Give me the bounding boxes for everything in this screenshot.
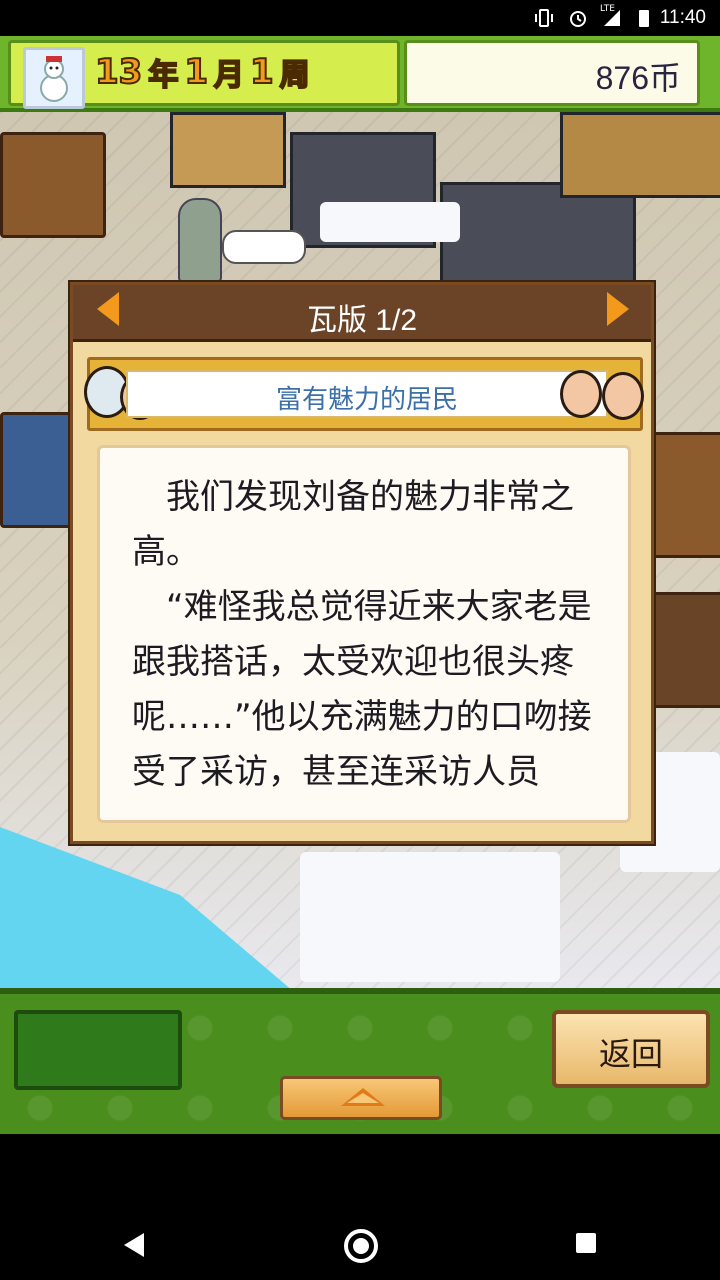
nav-recents-icon[interactable] xyxy=(576,1233,596,1253)
money-panel: 876币 xyxy=(404,40,700,106)
month-unit: 月 xyxy=(213,57,245,94)
map-shop xyxy=(650,592,720,708)
map-shop xyxy=(0,412,76,528)
next-page-icon[interactable] xyxy=(607,292,629,326)
bottom-panel: 返回 xyxy=(0,988,720,1134)
river xyxy=(0,827,300,988)
bottom-divider xyxy=(0,988,720,994)
coin-count: 876币 xyxy=(595,60,681,96)
clock: 11:40 xyxy=(659,7,706,28)
map-snow xyxy=(300,852,560,982)
snowman-icon xyxy=(40,56,68,102)
map-speech-bubble xyxy=(222,230,306,264)
map-building xyxy=(560,112,720,198)
article-text: 我们发现刘备的魅力非常之高。 “难怪我总觉得近来大家老是跟我搭话，太受欢迎也很头… xyxy=(132,477,592,792)
villager-avatar xyxy=(602,372,644,420)
nav-home-icon[interactable] xyxy=(344,1229,378,1263)
year-number: 13 xyxy=(94,51,143,93)
statue xyxy=(178,198,222,282)
top-hud: 13 年 1 月 1 周 876币 xyxy=(0,36,720,112)
month-number: 1 xyxy=(183,51,209,93)
map-shop xyxy=(0,132,106,238)
villager-avatar xyxy=(560,370,602,418)
map-snow xyxy=(320,202,460,242)
empty-slot xyxy=(14,1010,182,1090)
date-panel: 13 年 1 月 1 周 xyxy=(8,40,400,109)
expand-menu-button[interactable] xyxy=(280,1076,442,1120)
dialog-title: 瓦版 1/2 xyxy=(306,304,418,337)
status-bar: LTE 11:40 xyxy=(0,0,720,36)
article-box[interactable]: 我们发现刘备的魅力非常之高。 “难怪我总觉得近来大家老是跟我搭话，太受欢迎也很头… xyxy=(97,445,631,823)
nav-back-icon[interactable] xyxy=(124,1233,144,1257)
battery-icon xyxy=(639,10,649,27)
headline-box: 富有魅力的居民 xyxy=(126,370,608,418)
alarm-icon xyxy=(570,11,586,27)
week-number: 1 xyxy=(249,51,275,93)
chevron-up-icon xyxy=(341,1088,385,1106)
vibrate-icon xyxy=(535,9,553,27)
snowman-season-icon[interactable] xyxy=(23,47,85,109)
network-label: LTE xyxy=(600,4,615,14)
map-building xyxy=(170,112,286,188)
week-unit: 周 xyxy=(279,57,311,94)
news-dialog: 瓦版 1/2 富有魅力的居民 我们发现刘备的魅力非常之高。 “难怪我总觉得近来大… xyxy=(70,282,654,844)
back-button-label: 返回 xyxy=(598,1035,663,1073)
game-date: 13 年 1 月 1 周 xyxy=(94,49,311,95)
dialog-header: 瓦版 1/2 xyxy=(73,285,651,342)
back-button[interactable]: 返回 xyxy=(552,1010,710,1088)
headline-banner: 富有魅力的居民 xyxy=(84,357,644,431)
year-unit: 年 xyxy=(147,57,179,94)
navigation-bar xyxy=(0,1134,720,1280)
headline-text: 富有魅力的居民 xyxy=(275,385,458,415)
